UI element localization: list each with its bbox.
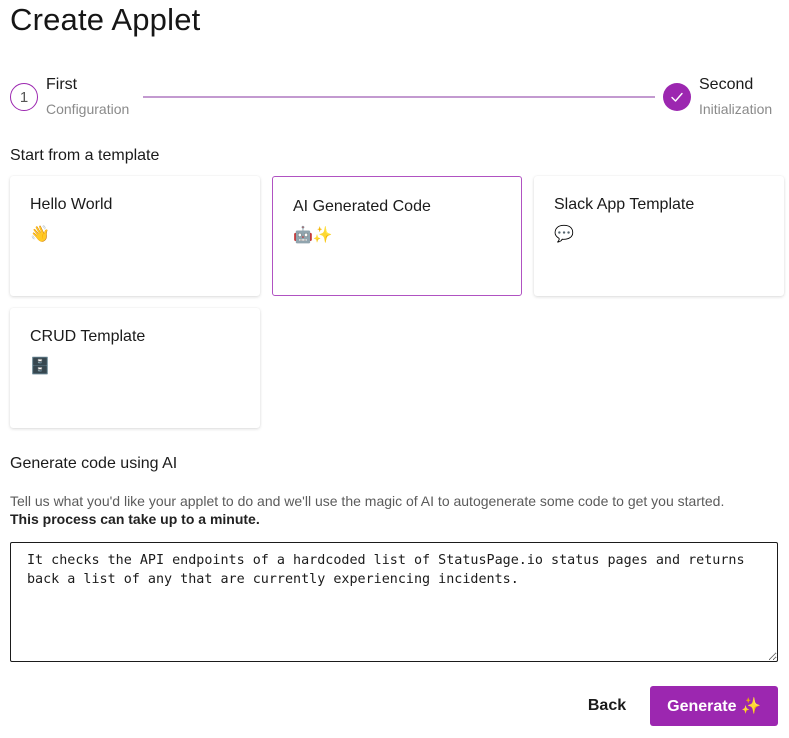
step-2-indicator	[663, 83, 691, 111]
page-title: Create Applet	[10, 2, 201, 37]
ai-heading: Generate code using AI	[10, 455, 178, 472]
template-card-title: CRUD Template	[30, 328, 146, 345]
template-card-title: Hello World	[30, 196, 113, 213]
template-card-slack-app[interactable]: Slack App Template 💬	[534, 176, 784, 296]
robot-sparkles-icon: 🤖✨	[293, 227, 333, 244]
check-icon	[671, 92, 683, 102]
step-1-indicator: 1	[10, 83, 38, 111]
step-1-sublabel: Configuration	[46, 101, 130, 117]
step-2-label: Second	[699, 76, 754, 93]
ai-prompt-textarea[interactable]: It checks the API endpoints of a hardcod…	[10, 542, 778, 662]
file-cabinet-icon: 🗄️	[30, 358, 50, 375]
template-card-hello-world[interactable]: Hello World 👋	[10, 176, 260, 296]
waving-hand-icon: 👋	[30, 226, 50, 243]
template-card-title: Slack App Template	[554, 196, 695, 213]
ai-description-text: Tell us what you'd like your applet to d…	[10, 493, 725, 509]
back-button[interactable]: Back	[576, 686, 638, 726]
template-card-title: AI Generated Code	[293, 198, 431, 215]
templates-heading: Start from a template	[10, 147, 160, 164]
step-connector	[143, 96, 655, 98]
speech-bubble-icon: 💬	[554, 226, 574, 243]
template-card-ai-generated-code[interactable]: AI Generated Code 🤖✨	[272, 176, 522, 296]
step-1-label: First	[46, 76, 78, 93]
ai-description: Tell us what you'd like your applet to d…	[10, 492, 785, 528]
generate-button[interactable]: Generate ✨	[650, 686, 778, 726]
template-card-crud[interactable]: CRUD Template 🗄️	[10, 308, 260, 428]
step-2-sublabel: Initialization	[699, 101, 773, 117]
ai-description-note: This process can take up to a minute.	[10, 511, 260, 527]
